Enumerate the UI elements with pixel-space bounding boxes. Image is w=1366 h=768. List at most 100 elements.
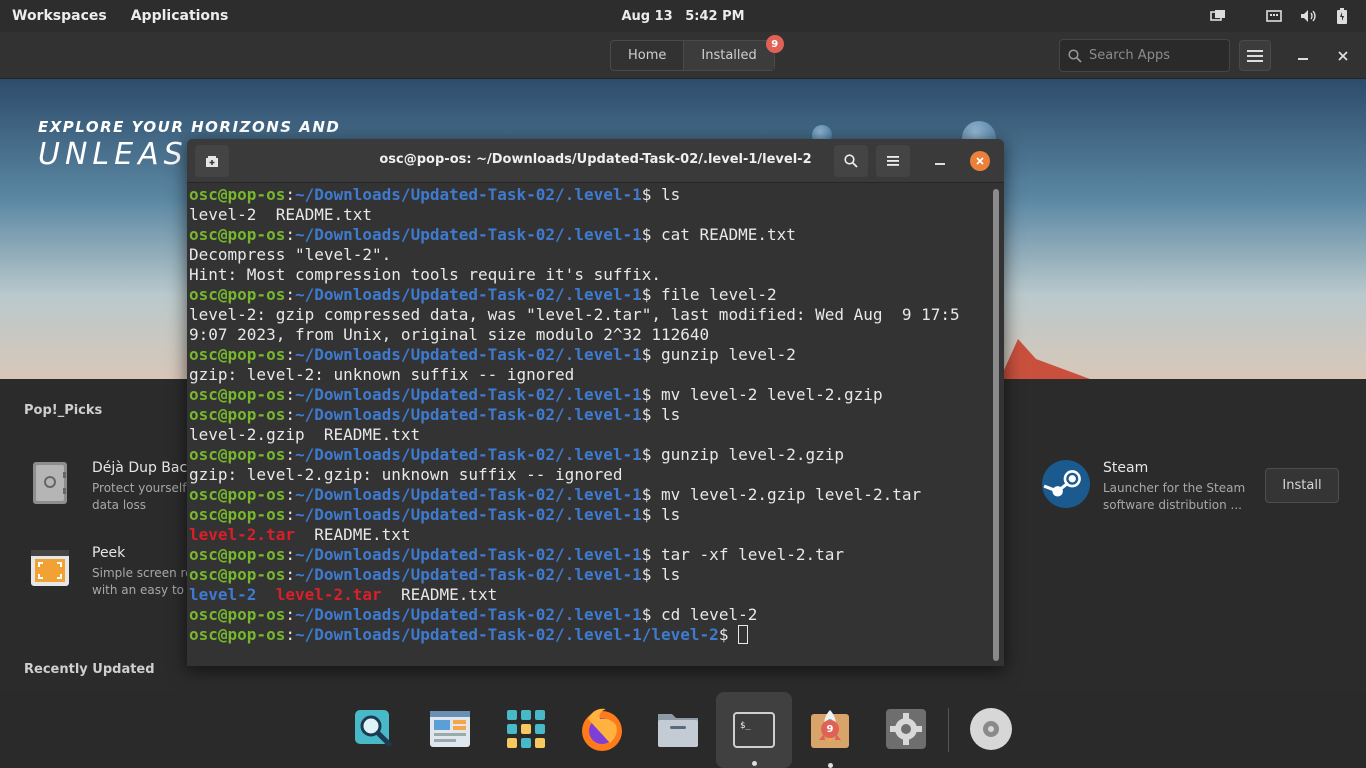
app-card-steam[interactable]: Steam Launcher for the Steam software di… bbox=[1042, 460, 1263, 514]
command-text: gunzip level-2.gzip bbox=[661, 445, 845, 464]
search-icon bbox=[844, 154, 858, 168]
clock[interactable]: Aug 13 5:42 PM bbox=[617, 9, 748, 24]
terminal-line: 9:07 2023, from Unix, original size modu… bbox=[189, 325, 994, 345]
prompt-path: ~/Downloads/Updated-Task-02/.level-1 bbox=[294, 445, 642, 464]
prompt-path: ~/Downloads/Updated-Task-02/.level-1 bbox=[294, 405, 642, 424]
command-text: ls bbox=[661, 565, 681, 584]
install-button-steam[interactable]: Install bbox=[1265, 468, 1339, 503]
prompt-path: ~/Downloads/Updated-Task-02/.level-1/lev… bbox=[294, 625, 719, 644]
ls-entry: README.txt bbox=[314, 525, 411, 544]
prompt-user: osc@pop-os bbox=[189, 345, 286, 364]
dock-terminal[interactable]: $_ bbox=[716, 692, 792, 768]
terminal-line: level-2 level-2.tar README.txt bbox=[189, 585, 994, 605]
terminal-output[interactable]: osc@pop-os:~/Downloads/Updated-Task-02/.… bbox=[189, 185, 994, 663]
terminal-close-button[interactable] bbox=[970, 151, 990, 171]
prompt-user: osc@pop-os bbox=[189, 505, 286, 524]
terminal-window[interactable]: osc@pop-os: ~/Downloads/Updated-Task-02/… bbox=[187, 139, 1004, 666]
dune-illustration bbox=[1000, 339, 1090, 379]
close-icon bbox=[1338, 51, 1348, 61]
dock-search[interactable] bbox=[347, 702, 401, 756]
prompt-path: ~/Downloads/Updated-Task-02/.level-1 bbox=[294, 285, 642, 304]
dock-pop-shop[interactable]: 9 bbox=[803, 702, 857, 768]
menu-button[interactable] bbox=[1239, 40, 1271, 71]
terminal-line: osc@pop-os:~/Downloads/Updated-Task-02/.… bbox=[189, 565, 681, 584]
dock-firefox[interactable] bbox=[575, 702, 629, 756]
terminal-line: osc@pop-os:~/Downloads/Updated-Task-02/.… bbox=[189, 405, 681, 424]
svg-text:$_: $_ bbox=[740, 721, 751, 731]
scrollbar-thumb[interactable] bbox=[993, 189, 999, 661]
dock-app-grid[interactable] bbox=[499, 702, 553, 756]
deja-dup-icon bbox=[33, 462, 67, 504]
dock-separator bbox=[948, 708, 949, 752]
prompt-user: osc@pop-os bbox=[189, 445, 286, 464]
applications-button[interactable]: Applications bbox=[119, 0, 241, 32]
prompt-user: osc@pop-os bbox=[189, 185, 286, 204]
prompt-path: ~/Downloads/Updated-Task-02/.level-1 bbox=[294, 385, 642, 404]
terminal-line: osc@pop-os:~/Downloads/Updated-Task-02/.… bbox=[189, 345, 796, 364]
workspaces-button[interactable]: Workspaces bbox=[0, 0, 119, 32]
prompt-user: osc@pop-os bbox=[189, 565, 286, 584]
minimize-icon bbox=[935, 163, 945, 165]
display-icon[interactable] bbox=[1208, 6, 1228, 26]
section-title-recent: Recently Updated bbox=[24, 662, 155, 677]
terminal-line: level-2.gzip README.txt bbox=[189, 425, 994, 445]
command-text: mv level-2 level-2.gzip bbox=[661, 385, 883, 404]
prompt-path: ~/Downloads/Updated-Task-02/.level-1 bbox=[294, 485, 642, 504]
dock-file-manager[interactable] bbox=[651, 702, 705, 756]
terminal-line: osc@pop-os:~/Downloads/Updated-Task-02/.… bbox=[189, 185, 681, 204]
terminal-line: gzip: level-2: unknown suffix -- ignored bbox=[189, 365, 994, 385]
dock-files-browser[interactable] bbox=[423, 702, 477, 756]
minimize-icon bbox=[1298, 58, 1308, 60]
app-store-header: Home Installed 9 Search Apps bbox=[0, 32, 1366, 79]
command-text: cat README.txt bbox=[661, 225, 796, 244]
command-text: gunzip level-2 bbox=[661, 345, 796, 364]
terminal-search-button[interactable] bbox=[834, 145, 868, 177]
system-tray bbox=[1208, 6, 1352, 26]
battery-icon[interactable] bbox=[1332, 6, 1352, 26]
terminal-menu-button[interactable] bbox=[876, 145, 910, 177]
app-name: Steam bbox=[1103, 460, 1149, 476]
output-text: level-2: gzip compressed data, was "leve… bbox=[189, 305, 960, 324]
ls-entry: level-2 bbox=[189, 585, 257, 604]
dock-disc[interactable] bbox=[964, 702, 1018, 756]
terminal-scrollbar[interactable] bbox=[993, 189, 999, 661]
search-apps-input[interactable]: Search Apps bbox=[1059, 39, 1230, 72]
search-icon bbox=[1068, 48, 1082, 63]
banner-tagline: EXPLORE YOUR HORIZONS AND bbox=[38, 118, 341, 136]
ls-entry: level-2.tar bbox=[189, 525, 295, 544]
tab-home[interactable]: Home bbox=[611, 41, 683, 70]
prompt-user: osc@pop-os bbox=[189, 225, 286, 244]
output-text: gzip: level-2.gzip: unknown suffix -- ig… bbox=[189, 465, 623, 484]
prompt-path: ~/Downloads/Updated-Task-02/.level-1 bbox=[294, 605, 642, 624]
prompt-user: osc@pop-os bbox=[189, 625, 286, 644]
running-indicator bbox=[752, 761, 757, 766]
search-placeholder: Search Apps bbox=[1089, 48, 1170, 63]
minimize-button[interactable] bbox=[1293, 46, 1313, 66]
prompt-user: osc@pop-os bbox=[189, 605, 286, 624]
tab-installed[interactable]: Installed 9 bbox=[683, 35, 784, 70]
command-text: mv level-2.gzip level-2.tar bbox=[661, 485, 922, 504]
command-text: tar -xf level-2.tar bbox=[661, 545, 845, 564]
date-label: Aug 13 bbox=[621, 8, 673, 24]
dock-settings[interactable] bbox=[879, 702, 933, 756]
close-icon bbox=[976, 157, 984, 165]
output-text: level-2 README.txt bbox=[189, 205, 373, 224]
keyboard-icon[interactable] bbox=[1264, 6, 1284, 26]
output-text: Decompress "level-2". bbox=[189, 245, 392, 264]
terminal-line: osc@pop-os:~/Downloads/Updated-Task-02/.… bbox=[189, 505, 681, 524]
terminal-line: osc@pop-os:~/Downloads/Updated-Task-02/.… bbox=[189, 485, 922, 504]
output-text: gzip: level-2: unknown suffix -- ignored bbox=[189, 365, 575, 384]
terminal-line: osc@pop-os:~/Downloads/Updated-Task-02/.… bbox=[189, 285, 777, 304]
volume-icon[interactable] bbox=[1298, 6, 1318, 26]
ls-entry: level-2.tar bbox=[275, 585, 382, 604]
disc-icon bbox=[970, 708, 1012, 750]
close-button[interactable] bbox=[1333, 46, 1353, 66]
terminal-titlebar[interactable]: osc@pop-os: ~/Downloads/Updated-Task-02/… bbox=[187, 139, 1004, 183]
installed-count-badge: 9 bbox=[765, 35, 784, 53]
terminal-line: osc@pop-os:~/Downloads/Updated-Task-02/.… bbox=[189, 605, 758, 624]
terminal-line: level-2 README.txt bbox=[189, 205, 994, 225]
terminal-line: gzip: level-2.gzip: unknown suffix -- ig… bbox=[189, 465, 994, 485]
prompt-user: osc@pop-os bbox=[189, 385, 286, 404]
terminal-minimize-button[interactable] bbox=[923, 145, 957, 177]
prompt-path: ~/Downloads/Updated-Task-02/.level-1 bbox=[294, 545, 642, 564]
